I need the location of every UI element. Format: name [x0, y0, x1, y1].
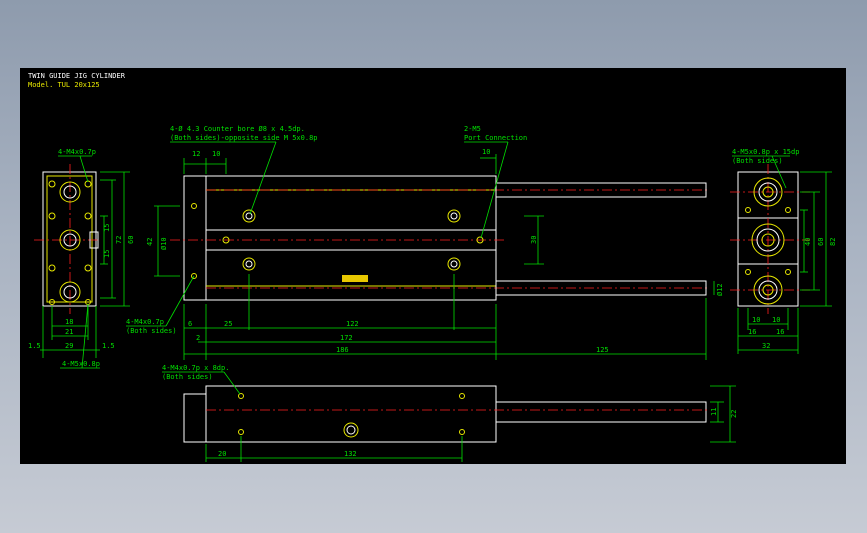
top-dim-6: 6	[188, 320, 192, 328]
side-dim-10-left: 10	[752, 316, 760, 324]
front-note-m4: 4-M4x0.7p	[58, 148, 96, 156]
cad-drawing-area: TWIN GUIDE JIG CYLINDER Model. TUL 20x12…	[20, 68, 846, 464]
top-dim-rod-12: Ø12	[716, 283, 724, 296]
top-dim-172: 172	[340, 334, 353, 342]
side-dim-10-right: 10	[772, 316, 780, 324]
front-note-m5: 4-M5x0.8p	[62, 360, 100, 368]
bottom-dim-11: 11	[710, 408, 718, 416]
model-label: Model. TUL 20x125	[28, 81, 100, 89]
top-dim-125: 125	[596, 346, 609, 354]
twin-guide-cylinder-drawing: TWIN GUIDE JIG CYLINDER Model. TUL 20x12…	[28, 72, 837, 462]
top-dim-122: 122	[346, 320, 359, 328]
front-dim-60: 60	[127, 236, 135, 244]
top-dim-bore-10: Ø10	[160, 237, 168, 250]
front-dim-29: 29	[65, 342, 73, 350]
drawing-title: TWIN GUIDE JIG CYLINDER	[28, 72, 126, 80]
bottom-note-m4: 4-M4x0.7p x 8dp.	[162, 364, 229, 372]
top-dim-2: 2	[196, 334, 200, 342]
top-dim-186: 186	[336, 346, 349, 354]
bottom-holes	[238, 393, 465, 438]
front-view: 60 72 15 15 18 21 29 1.5 1.5 4-M4x0.7p 4…	[28, 148, 135, 369]
note-body-m4: 4-M4x0.7p	[126, 318, 164, 326]
side-dim-82: 82	[829, 238, 837, 246]
bottom-dim-132: 132	[344, 450, 357, 458]
front-dim-1-5-right: 1.5	[102, 342, 115, 350]
note-body-m4-sub: (Both sides)	[126, 327, 177, 335]
top-dim-42: 42	[146, 238, 154, 246]
note-counterbore-sub: (Both sides)-opposite side M 5x0.8p	[170, 134, 318, 142]
top-dim-10-right: 10	[482, 148, 490, 156]
guide-rods	[495, 182, 707, 296]
top-view: 12 10 10 42 Ø10 30 6 2 25 122 172 186 12…	[126, 125, 724, 360]
bottom-note-m4-sub: (Both sides)	[162, 373, 213, 381]
bottom-dim-20: 20	[218, 450, 226, 458]
note-port-sub: Port Connection	[464, 134, 527, 142]
front-dim-1-5-left: 1.5	[28, 342, 41, 350]
top-counterbores	[191, 203, 484, 279]
front-dim-18: 18	[65, 318, 73, 326]
top-dim-25: 25	[224, 320, 232, 328]
side-dim-16-left: 16	[748, 328, 756, 336]
side-dim-16-right: 16	[776, 328, 784, 336]
note-counterbore: 4-Ø 4.3 Counter bore Ø8 x 4.5dp.	[170, 125, 305, 133]
side-dim-32: 32	[762, 342, 770, 350]
side-dim-60: 60	[817, 238, 825, 246]
brand-logo	[342, 275, 368, 282]
front-dim-21: 21	[65, 328, 73, 336]
top-dim-12: 12	[192, 150, 200, 158]
side-note-m5: 4-M5x0.8p x 15dp	[732, 148, 799, 156]
bottom-dim-22: 22	[730, 410, 738, 418]
front-dim-15-lower: 15	[103, 250, 111, 258]
front-dim-72: 72	[115, 236, 123, 244]
bottom-view: 11 22 20 132 4-M4x0.7p x 8dp. (Both side…	[162, 364, 738, 462]
front-dim-15-upper: 15	[103, 224, 111, 232]
top-dim-10-left: 10	[212, 150, 220, 158]
note-port: 2-M5	[464, 125, 481, 133]
side-view: 40 60 82 10 10 16 16 32 4-M5x0.8p x 15dp…	[730, 148, 837, 354]
top-dim-30: 30	[530, 236, 538, 244]
side-dim-40: 40	[804, 238, 812, 246]
